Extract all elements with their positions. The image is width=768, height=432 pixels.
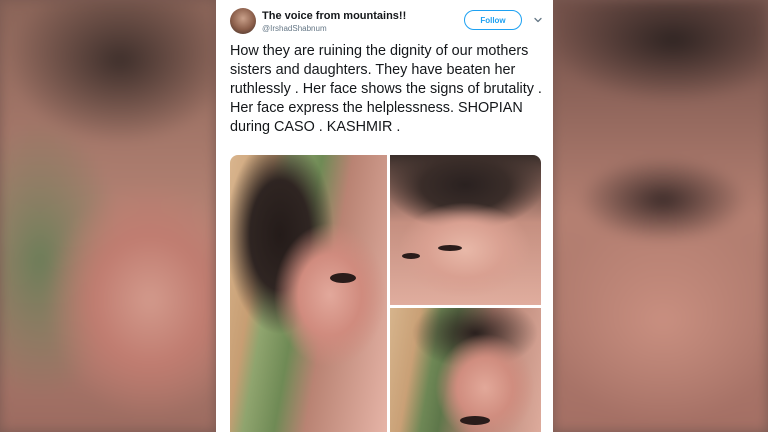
photo-detail [460,416,490,425]
photo-detail [438,245,462,251]
blurred-background-left [0,0,216,432]
author-name[interactable]: The voice from mountains!! [262,10,406,22]
photo-2[interactable] [390,155,541,305]
photo-grid [230,155,541,432]
author-handle[interactable]: @IrshadShabnum [262,24,327,33]
tweet-text: How they are ruining the dignity of our … [230,43,546,135]
photo-3[interactable] [390,308,541,432]
chevron-down-icon[interactable] [533,15,543,25]
avatar[interactable] [230,8,256,34]
tweet-card: The voice from mountains!! @IrshadShabnu… [216,0,553,432]
follow-button[interactable]: Follow [464,10,522,30]
blurred-background-right [553,0,768,432]
photo-detail [402,253,420,259]
photo-detail [330,273,356,283]
photo-1[interactable] [230,155,387,432]
